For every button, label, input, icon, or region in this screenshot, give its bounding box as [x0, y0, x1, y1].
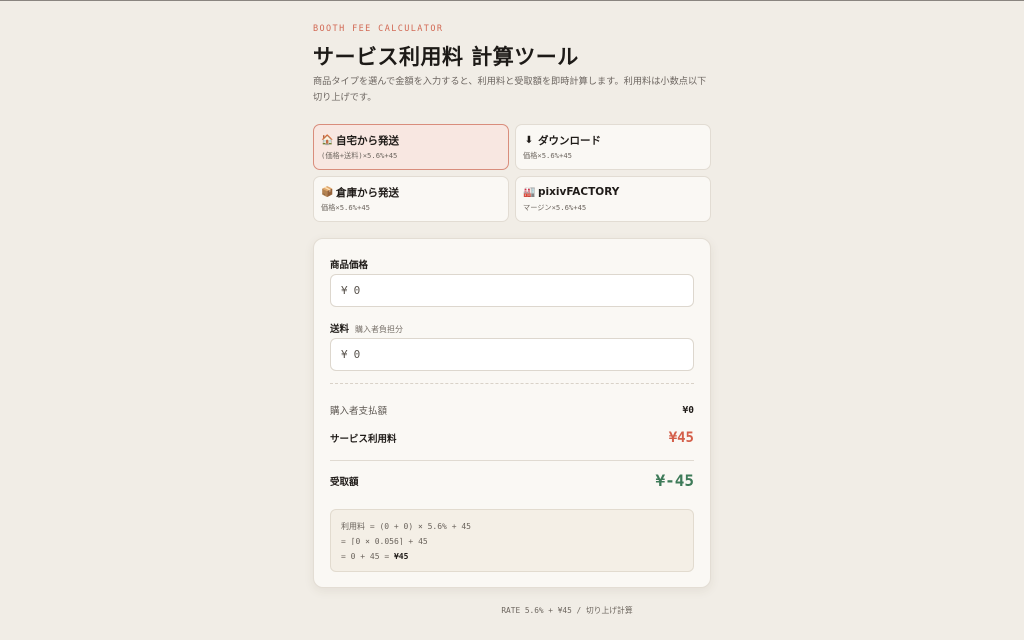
download-icon: ⬇ [524, 134, 534, 146]
buyer-total-label: 購入者支払額 [330, 406, 388, 417]
yen-sign: ¥ [341, 284, 348, 297]
breakdown-line-1: 利用料 = (0 + 0) × 5.6% + 45 [341, 522, 471, 531]
fee-label: サービス利用料 [330, 434, 397, 445]
type-name: 倉庫から発送 [336, 186, 399, 199]
shipping-label-text: 送料 [330, 324, 350, 335]
house-icon: 🏠 [321, 134, 334, 146]
page-description: 商品タイプを選んで金額を入力すると、利用料と受取額を即時計算します。利用料は小数… [313, 76, 707, 103]
shipping-label: 送料 購入者負担分 [330, 321, 403, 335]
shipping-field[interactable]: ¥ [330, 338, 694, 371]
breakdown-line-2: = ⌈0 × 0.056⌉ + 45 [341, 537, 428, 546]
divider [330, 460, 694, 461]
factory-icon: 🏭 [523, 186, 536, 198]
type-formula: マージン×5.6%+45 [523, 203, 587, 212]
breakdown-result: ¥45 [393, 552, 409, 561]
receive-label: 受取額 [330, 476, 359, 488]
package-icon: 📦 [321, 186, 334, 198]
type-card-warehouse-shipping[interactable]: 📦 倉庫から発送 価格×5.6%+45 [313, 176, 509, 222]
type-name: ダウンロード [538, 134, 601, 147]
type-name: pixivFACTORY [538, 186, 620, 198]
breakdown-line-3: = 0 + 45 = ¥45 [341, 549, 693, 564]
calculation-breakdown: 利用料 = (0 + 0) × 5.6% + 45 = ⌈0 × 0.056⌉ … [330, 509, 694, 572]
price-label-text: 商品価格 [330, 260, 369, 271]
type-card-home-shipping[interactable]: 🏠 自宅から発送 (価格+送料)×5.6%+45 [313, 124, 509, 170]
receive-value: ¥-45 [655, 471, 694, 490]
receive-row: 受取額 ¥-45 [330, 471, 694, 490]
eyebrow-label: BOOTH FEE CALCULATOR [313, 24, 444, 34]
calculator-panel: 商品価格 ¥ 送料購入者負担分 ¥ 購入者支払額 ¥0 サービス利用料 ¥45 … [313, 238, 711, 588]
page-title: サービス利用料 計算ツール [313, 44, 579, 69]
fee-value: ¥45 [668, 430, 694, 446]
yen-sign: ¥ [341, 348, 348, 361]
fee-row: サービス利用料 ¥45 [330, 430, 694, 446]
buyer-total-value: ¥0 [682, 404, 694, 416]
product-type-selector: 🏠 自宅から発送 (価格+送料)×5.6%+45 ⬇ ダウンロード 価格×5.6… [313, 124, 711, 222]
price-label: 商品価格 [330, 257, 368, 271]
buyer-total-row: 購入者支払額 ¥0 [330, 403, 694, 418]
price-input[interactable] [353, 284, 654, 297]
type-formula: 価格×5.6%+45 [523, 151, 572, 160]
footer-note: RATE 5.6% + ¥45 / 切り上げ計算 [501, 606, 633, 615]
shipping-input[interactable] [353, 348, 654, 361]
price-field[interactable]: ¥ [330, 274, 694, 307]
divider [330, 383, 694, 384]
type-formula: (価格+送料)×5.6%+45 [321, 151, 398, 160]
type-card-pixiv-factory[interactable]: 🏭 pixivFACTORY マージン×5.6%+45 [515, 176, 711, 222]
type-card-download[interactable]: ⬇ ダウンロード 価格×5.6%+45 [515, 124, 711, 170]
shipping-note: 購入者負担分 [355, 325, 404, 334]
type-name: 自宅から発送 [336, 134, 399, 147]
breakdown-line-3-text: = 0 + 45 = [341, 552, 394, 561]
type-formula: 価格×5.6%+45 [321, 203, 370, 212]
